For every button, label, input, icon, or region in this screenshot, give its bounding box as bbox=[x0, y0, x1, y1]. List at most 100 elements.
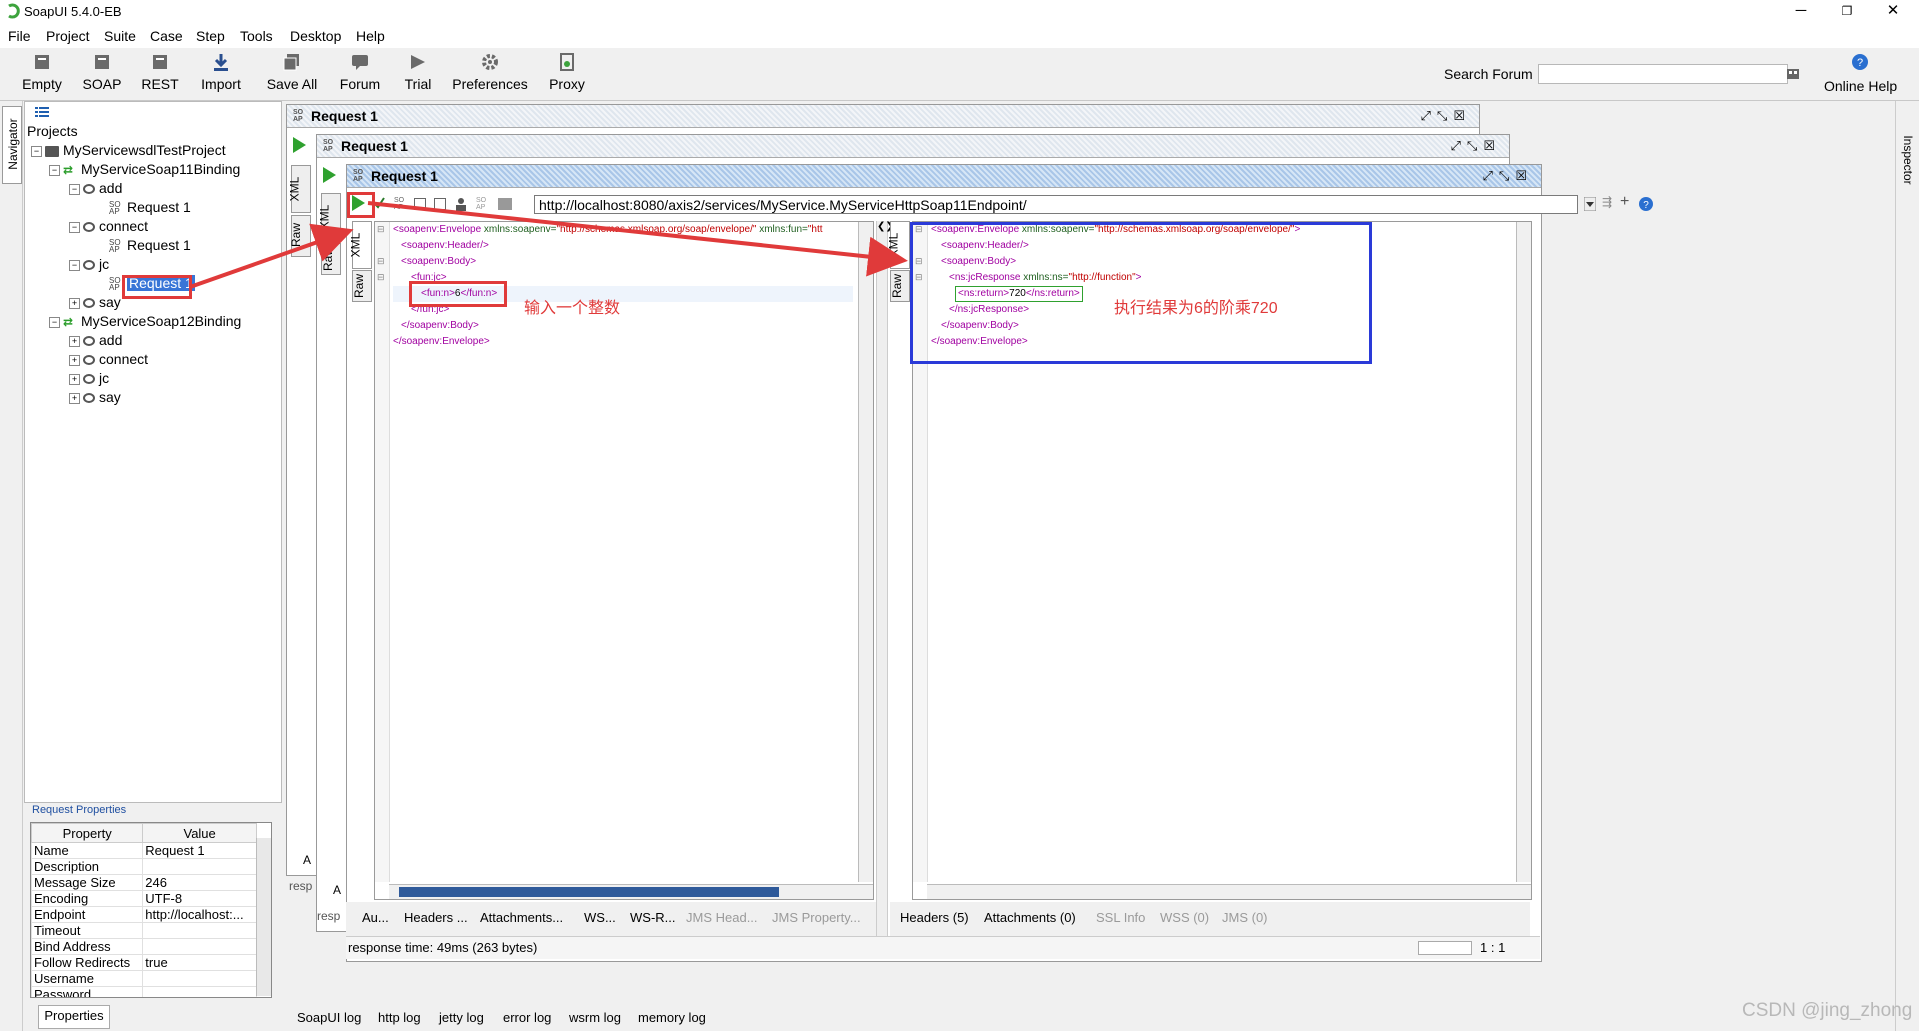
fold-icon[interactable]: ⊟ bbox=[377, 224, 385, 235]
navigator-tab[interactable]: Navigator bbox=[2, 106, 22, 184]
collapse-icon[interactable]: − bbox=[69, 221, 80, 233]
tree-op-add[interactable]: − add bbox=[69, 179, 122, 197]
property-value[interactable]: true bbox=[142, 954, 257, 971]
error-log-tab[interactable]: error log bbox=[503, 1010, 551, 1025]
split-view-icon[interactable] bbox=[434, 198, 446, 210]
endpoint-dropdown-icon[interactable] bbox=[1584, 197, 1596, 211]
property-value[interactable] bbox=[142, 986, 257, 997]
window-title-bar[interactable]: SO AP Request 1 ⤢⤡☒ bbox=[347, 165, 1541, 188]
table-row[interactable]: Encoding UTF-8 bbox=[31, 890, 257, 907]
request-xml-tab[interactable]: XML bbox=[348, 221, 372, 269]
fold-icon[interactable]: ⊟ bbox=[377, 272, 385, 283]
format-icon[interactable] bbox=[414, 198, 426, 210]
expand-icon[interactable]: + bbox=[69, 354, 80, 366]
trial-button[interactable]: Trial bbox=[396, 52, 440, 98]
memory-log-tab[interactable]: memory log bbox=[638, 1010, 706, 1025]
tree-request-connect[interactable]: SO AP Request 1 bbox=[109, 236, 191, 254]
close-button[interactable]: ✕ bbox=[1870, 0, 1916, 24]
expand-icon[interactable]: + bbox=[69, 373, 80, 385]
request-raw-tab[interactable]: Raw bbox=[352, 270, 372, 302]
table-row[interactable]: Endpoint http://localhost:... bbox=[31, 906, 257, 923]
minimize-button[interactable]: ─ bbox=[1778, 0, 1824, 24]
tab-ws[interactable]: WS... bbox=[584, 910, 616, 925]
save-all-button[interactable]: Save All bbox=[262, 52, 322, 98]
restore-button[interactable]: ❐ bbox=[1824, 0, 1870, 24]
window-title-bar[interactable]: SO AP Request 1 ⤢⤡☒ bbox=[317, 135, 1509, 158]
xml-tab[interactable]: XML bbox=[317, 193, 341, 241]
properties-scrollbar[interactable] bbox=[256, 838, 271, 996]
property-value[interactable] bbox=[142, 970, 257, 987]
xml-tab[interactable]: XML bbox=[287, 165, 311, 213]
run-request-icon[interactable] bbox=[323, 167, 336, 183]
forum-button[interactable]: Forum bbox=[336, 52, 384, 98]
tab-auth[interactable]: Au... bbox=[362, 910, 389, 925]
window-title-bar[interactable]: SO AP Request 1 ⤢⤡☒ bbox=[287, 105, 1479, 128]
menu-suite[interactable]: Suite bbox=[104, 28, 136, 44]
search-forum-icon[interactable] bbox=[1786, 66, 1800, 80]
tab-attachments[interactable]: Attachments... bbox=[480, 910, 563, 925]
user-icon[interactable] bbox=[454, 197, 468, 211]
raw-tab[interactable]: Raw bbox=[321, 243, 341, 275]
wsrm-log-tab[interactable]: wsrm log bbox=[569, 1010, 621, 1025]
soap-button[interactable]: SOAP bbox=[78, 52, 126, 98]
jetty-log-tab[interactable]: jetty log bbox=[439, 1010, 484, 1025]
tree-binding-soap12[interactable]: − ⇄ MyServiceSoap12Binding bbox=[49, 312, 241, 330]
expand-icon[interactable]: + bbox=[69, 297, 80, 309]
empty-button[interactable]: Empty bbox=[18, 52, 66, 98]
soap-icon-2[interactable]: SO AP bbox=[476, 197, 486, 211]
table-row[interactable]: Follow Redirects true bbox=[31, 954, 257, 971]
tab-jms[interactable]: JMS (0) bbox=[1222, 910, 1268, 925]
filter-icon[interactable]: ⇶ bbox=[1602, 195, 1612, 209]
table-row[interactable]: Bind Address bbox=[31, 938, 257, 955]
property-value[interactable] bbox=[142, 858, 257, 875]
tree-op-connect[interactable]: − connect bbox=[69, 217, 148, 235]
tree-request-add[interactable]: SO AP Request 1 bbox=[109, 198, 191, 216]
tab-headers[interactable]: Headers ... bbox=[404, 910, 468, 925]
tab-jms-headers[interactable]: JMS Head... bbox=[686, 910, 758, 925]
table-row[interactable]: Username bbox=[31, 970, 257, 987]
proxy-button[interactable]: Proxy bbox=[544, 52, 590, 98]
request-horizontal-scrollbar[interactable] bbox=[389, 884, 873, 899]
soap-version-icon[interactable]: SO AP bbox=[394, 197, 404, 211]
tree-project[interactable]: − MyServicewsdlTestProject bbox=[31, 141, 226, 159]
tab-response-headers[interactable]: Headers (5) bbox=[900, 910, 969, 925]
tree-op-jc-12[interactable]: + jc bbox=[69, 369, 109, 387]
window-buttons[interactable]: ⤢⤡☒ bbox=[1483, 168, 1533, 184]
raw-tab[interactable]: Raw bbox=[289, 215, 311, 257]
menu-case[interactable]: Case bbox=[150, 28, 183, 44]
response-vertical-scrollbar[interactable] bbox=[1516, 222, 1531, 882]
import-button[interactable]: Import bbox=[194, 52, 248, 98]
tab-ws-r[interactable]: WS-R... bbox=[630, 910, 676, 925]
window-buttons[interactable]: ⤢⤡☒ bbox=[1451, 138, 1501, 154]
http-log-tab[interactable]: http log bbox=[378, 1010, 421, 1025]
tab-ssl-info[interactable]: SSL Info bbox=[1096, 910, 1145, 925]
tab-wss[interactable]: WSS (0) bbox=[1160, 910, 1209, 925]
property-value[interactable]: UTF-8 bbox=[142, 890, 257, 907]
fold-icon[interactable]: ⊟ bbox=[377, 256, 385, 267]
tree-op-connect-12[interactable]: + connect bbox=[69, 350, 148, 368]
tab-jms-property[interactable]: JMS Property... bbox=[772, 910, 861, 925]
property-value[interactable]: Request 1 bbox=[142, 842, 257, 859]
collapse-icon[interactable]: − bbox=[69, 183, 80, 195]
stop-icon[interactable] bbox=[498, 198, 512, 210]
search-forum-input[interactable] bbox=[1538, 64, 1788, 84]
tree-op-say-12[interactable]: + say bbox=[69, 388, 121, 406]
tree-binding-soap11[interactable]: − ⇄ MyServiceSoap11Binding bbox=[49, 160, 240, 178]
tab-response-attachments[interactable]: Attachments (0) bbox=[984, 910, 1076, 925]
tree-op-add-12[interactable]: + add bbox=[69, 331, 122, 349]
properties-button[interactable]: Properties bbox=[38, 1005, 110, 1029]
menu-file[interactable]: File bbox=[8, 28, 31, 44]
response-xml-tab[interactable]: XML bbox=[886, 221, 910, 269]
menu-desktop[interactable]: Desktop bbox=[290, 28, 341, 44]
table-row[interactable]: Timeout bbox=[31, 922, 257, 939]
property-value[interactable]: 246 bbox=[142, 874, 257, 891]
tree-op-say[interactable]: + say bbox=[69, 293, 121, 311]
menu-tools[interactable]: Tools bbox=[240, 28, 273, 44]
menu-project[interactable]: Project bbox=[46, 28, 90, 44]
online-help-label[interactable]: Online Help bbox=[1824, 78, 1897, 94]
tree-op-jc[interactable]: − jc bbox=[69, 255, 109, 273]
value-column-header[interactable]: Value bbox=[142, 823, 257, 843]
expand-icon[interactable]: + bbox=[69, 392, 80, 404]
add-icon[interactable]: + bbox=[1620, 193, 1629, 211]
expand-icon[interactable]: + bbox=[69, 335, 80, 347]
